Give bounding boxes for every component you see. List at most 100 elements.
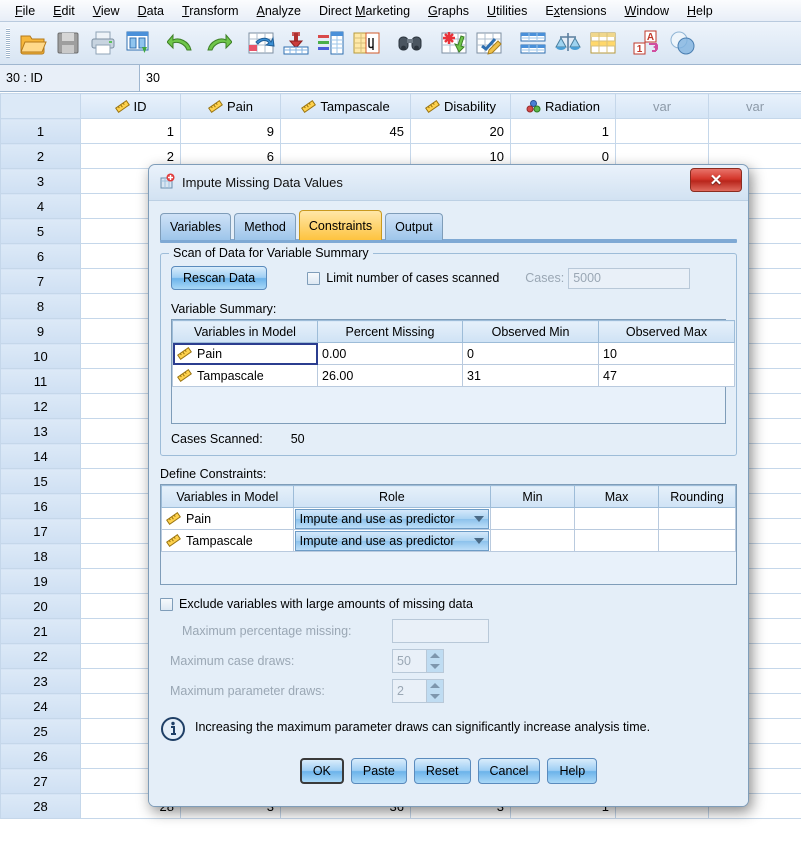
data-cell[interactable]: 1 [81, 119, 181, 144]
tab-variables[interactable]: Variables [160, 213, 231, 240]
row-header[interactable]: 4 [1, 194, 81, 219]
menu-help[interactable]: Help [678, 2, 722, 20]
exclude-variables-checkbox[interactable] [160, 598, 173, 611]
row-header[interactable]: 21 [1, 619, 81, 644]
cell-value-input[interactable]: 30 [140, 65, 801, 91]
data-cell[interactable]: 45 [281, 119, 411, 144]
print-icon[interactable] [86, 26, 120, 60]
max-case-draws-value[interactable]: 50 [392, 649, 426, 673]
weight-cases-icon[interactable] [551, 26, 585, 60]
constraints-variable-cell[interactable]: Tampascale [162, 530, 294, 552]
max-parameter-draws-value[interactable]: 2 [392, 679, 426, 703]
dialog-title-bar[interactable]: Impute Missing Data Values ✕ [149, 165, 748, 201]
constraints-row[interactable]: PainImpute and use as predictor [162, 508, 736, 530]
insert-case-icon[interactable] [437, 26, 471, 60]
ok-button[interactable]: OK [300, 758, 344, 784]
data-cell[interactable]: 9 [181, 119, 281, 144]
constraints-role-cell[interactable]: Impute and use as predictor [293, 508, 490, 530]
column-header-id[interactable]: ID [81, 94, 181, 119]
toolbar-grip[interactable] [6, 28, 10, 58]
cancel-button[interactable]: Cancel [478, 758, 541, 784]
row-header[interactable]: 6 [1, 244, 81, 269]
column-header-pain[interactable]: Pain [181, 94, 281, 119]
column-header-tampascale[interactable]: Tampascale [281, 94, 411, 119]
row-header[interactable]: 7 [1, 269, 81, 294]
summary-row[interactable]: Tampascale26.003147 [173, 365, 735, 387]
run-descriptives-icon[interactable] [349, 26, 383, 60]
limit-cases-checkbox[interactable] [307, 272, 320, 285]
row-header[interactable]: 26 [1, 744, 81, 769]
row-header[interactable]: 20 [1, 594, 81, 619]
constraints-max-cell[interactable] [575, 530, 659, 552]
close-icon[interactable]: ✕ [690, 168, 742, 192]
row-header[interactable]: 5 [1, 219, 81, 244]
summary-variable-cell[interactable]: Tampascale [173, 365, 318, 387]
row-header[interactable]: 2 [1, 144, 81, 169]
row-header[interactable]: 24 [1, 694, 81, 719]
summary-variable-cell[interactable]: Pain [173, 343, 318, 365]
goto-variable-icon[interactable] [279, 26, 313, 60]
tab-method[interactable]: Method [234, 213, 296, 240]
summary-row[interactable]: Pain0.00010 [173, 343, 735, 365]
constraints-row[interactable]: TampascaleImpute and use as predictor [162, 530, 736, 552]
constraints-role-cell[interactable]: Impute and use as predictor [293, 530, 490, 552]
menu-utilities[interactable]: Utilities [478, 2, 536, 20]
row-header[interactable]: 3 [1, 169, 81, 194]
variables-icon[interactable] [314, 26, 348, 60]
menu-file[interactable]: File [6, 2, 44, 20]
row-header[interactable]: 1 [1, 119, 81, 144]
constraints-min-cell[interactable] [491, 508, 575, 530]
row-header[interactable]: 11 [1, 369, 81, 394]
menu-direct-marketing[interactable]: Direct Marketing [310, 2, 419, 20]
row-header[interactable]: 14 [1, 444, 81, 469]
column-header-var[interactable]: var [616, 94, 709, 119]
rescan-data-button[interactable]: Rescan Data [171, 266, 267, 290]
insert-variable-icon[interactable] [472, 26, 506, 60]
row-header[interactable]: 15 [1, 469, 81, 494]
tab-output[interactable]: Output [385, 213, 443, 240]
row-header[interactable]: 27 [1, 769, 81, 794]
row-header[interactable]: 16 [1, 494, 81, 519]
cases-input[interactable]: 5000 [568, 268, 690, 289]
stepper-up-icon[interactable] [427, 680, 443, 691]
menu-window[interactable]: Window [616, 2, 678, 20]
max-case-draws-stepper[interactable]: 50 [392, 649, 444, 673]
constraints-max-cell[interactable] [575, 508, 659, 530]
row-header[interactable]: 22 [1, 644, 81, 669]
row-header[interactable]: 9 [1, 319, 81, 344]
stepper-down-icon[interactable] [427, 661, 443, 672]
constraints-rounding-cell[interactable] [659, 508, 736, 530]
find-icon[interactable] [393, 26, 427, 60]
reset-button[interactable]: Reset [414, 758, 471, 784]
menu-extensions[interactable]: Extensions [536, 2, 615, 20]
row-header[interactable]: 12 [1, 394, 81, 419]
menu-analyze[interactable]: Analyze [248, 2, 310, 20]
constraints-rounding-cell[interactable] [659, 530, 736, 552]
row-header[interactable]: 8 [1, 294, 81, 319]
menu-transform[interactable]: Transform [173, 2, 248, 20]
use-variable-sets-icon[interactable] [665, 26, 699, 60]
row-header[interactable]: 18 [1, 544, 81, 569]
split-file-icon[interactable] [516, 26, 550, 60]
max-parameter-draws-arrows[interactable] [426, 679, 444, 703]
column-header-var[interactable]: var [709, 94, 801, 119]
max-parameter-draws-stepper[interactable]: 2 [392, 679, 444, 703]
constraints-min-cell[interactable] [491, 530, 575, 552]
column-header-disability[interactable]: Disability [411, 94, 511, 119]
stepper-up-icon[interactable] [427, 650, 443, 661]
select-cases-icon[interactable] [586, 26, 620, 60]
row-header[interactable]: 19 [1, 569, 81, 594]
row-header[interactable]: 13 [1, 419, 81, 444]
data-cell[interactable]: 1 [511, 119, 616, 144]
row-header[interactable]: 23 [1, 669, 81, 694]
data-cell[interactable] [709, 119, 801, 144]
row-header[interactable]: 25 [1, 719, 81, 744]
save-file-icon[interactable] [51, 26, 85, 60]
row-header[interactable]: 10 [1, 344, 81, 369]
menu-graphs[interactable]: Graphs [419, 2, 478, 20]
menu-edit[interactable]: Edit [44, 2, 84, 20]
column-header-radiation[interactable]: Radiation [511, 94, 616, 119]
table-row[interactable]: 11945201 [1, 119, 801, 144]
data-cell[interactable] [616, 119, 709, 144]
row-header[interactable]: 28 [1, 794, 81, 819]
